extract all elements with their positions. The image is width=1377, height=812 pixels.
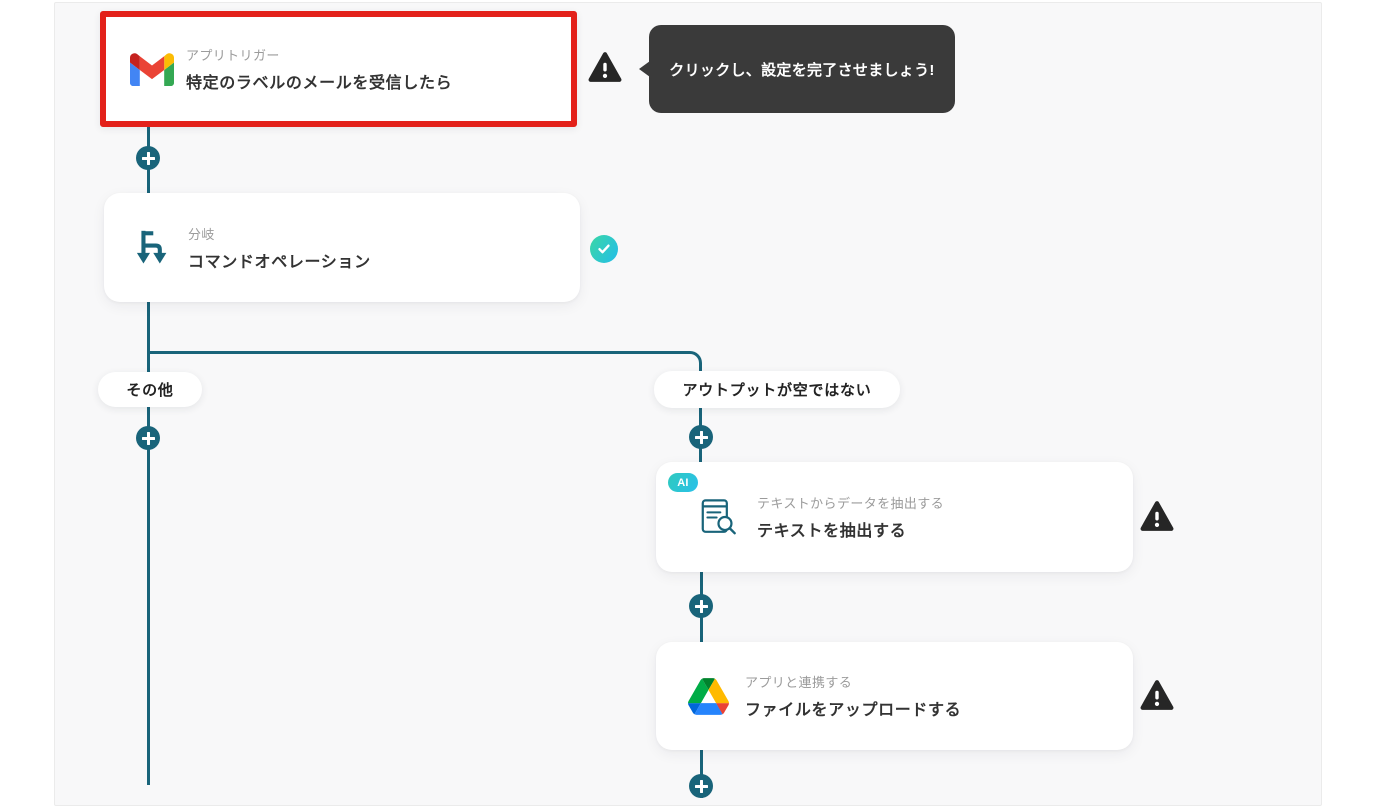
node-card-extract-text[interactable]: AI テキストからデータを抽出する テキストを抽出する (656, 462, 1133, 572)
google-drive-icon (688, 677, 729, 715)
add-step-button[interactable] (136, 426, 160, 450)
node-title: テキストを抽出する (757, 523, 907, 540)
node-title: ファイルをアップロードする (745, 702, 962, 719)
warning-icon (1140, 678, 1174, 712)
add-step-button[interactable] (689, 425, 713, 449)
node-card-upload-file[interactable]: アプリと連携する ファイルをアップロードする (656, 642, 1133, 750)
check-icon (590, 235, 618, 263)
tooltip-text: クリックし、設定を完了させましょう! (669, 61, 935, 79)
node-title: コマンドオペレーション (188, 253, 371, 271)
warning-icon (1140, 499, 1174, 533)
node-category: テキストからデータを抽出する (757, 496, 945, 511)
add-step-button[interactable] (689, 774, 713, 798)
node-card-gmail-trigger[interactable]: アプリトリガー 特定のラベルのメールを受信したら (100, 11, 577, 127)
node-category: アプリと連携する (745, 675, 853, 690)
gmail-icon (130, 52, 174, 86)
branch-icon (132, 229, 168, 267)
warning-icon (588, 50, 622, 84)
node-title: 特定のラベルのメールを受信したら (186, 75, 453, 92)
node-card-branch[interactable]: 分岐 コマンドオペレーション (104, 193, 580, 302)
ai-badge: AI (668, 473, 698, 492)
document-search-icon (700, 497, 737, 537)
branch-split-connector (148, 351, 702, 462)
branch-label-text: その他 (126, 382, 174, 399)
branch-label-text: アウトプットが空ではない (682, 382, 872, 399)
workflow-editor: アプリトリガー 特定のラベルのメールを受信したら クリックし、設定を完了させまし… (0, 0, 1377, 812)
node-category: アプリトリガー (186, 48, 280, 63)
node-category: 分岐 (188, 226, 215, 242)
setup-tooltip: クリックし、設定を完了させましょう! (639, 25, 955, 113)
tooltip-arrow-icon (639, 61, 650, 77)
branch-label-other: その他 (98, 372, 202, 407)
branch-label-output-not-empty: アウトプットが空ではない (654, 371, 900, 408)
add-step-button[interactable] (689, 594, 713, 618)
add-step-button[interactable] (136, 146, 160, 170)
